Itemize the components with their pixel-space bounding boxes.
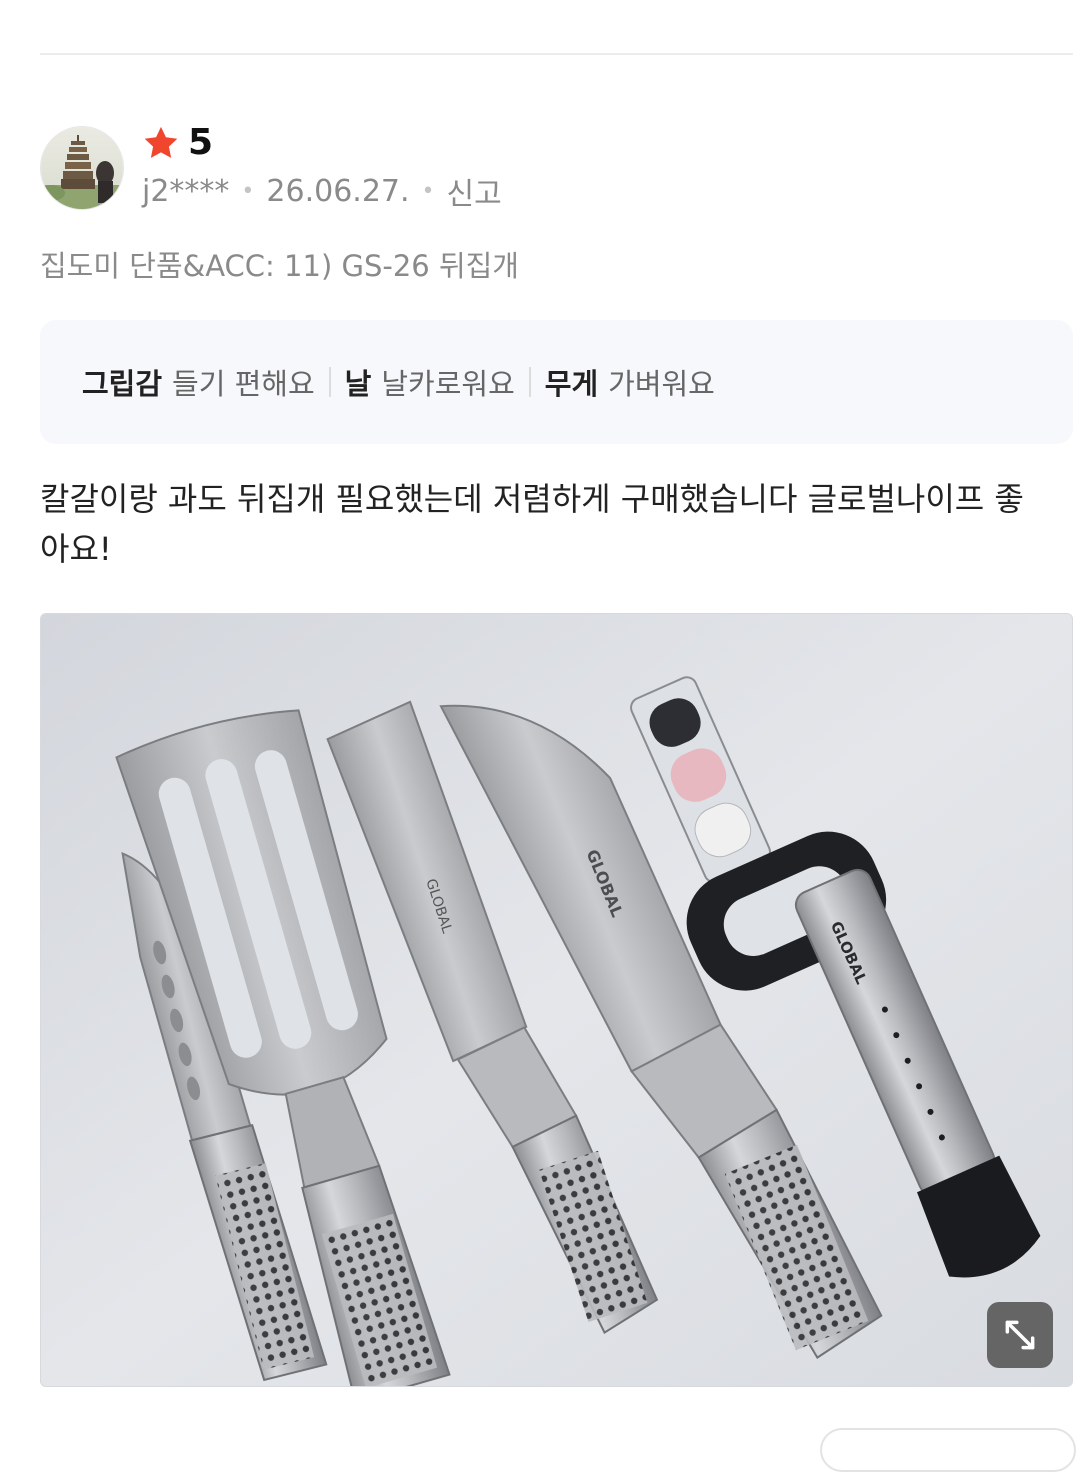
attribute-divider xyxy=(528,367,531,397)
rating-value: 5 xyxy=(188,122,214,163)
avatar-photo xyxy=(41,127,123,209)
purchased-option: 집도미 단품&ACC: 11) GS-26 뒤집개 xyxy=(40,249,519,283)
avatar xyxy=(40,126,124,210)
expand-photo-button[interactable] xyxy=(987,1302,1053,1368)
report-link[interactable]: 신고 xyxy=(447,169,502,213)
attribute-key-grip: 그립감 xyxy=(82,367,163,401)
attribute-value-weight: 가벼워요 xyxy=(608,367,715,401)
review-body: 칼갈이랑 과도 뒤집개 필요했는데 저렴하게 구매했습니다 글로벌나이프 좋아요… xyxy=(40,480,1024,568)
meta-separator: • xyxy=(241,178,255,204)
review-date: 26.06.27. xyxy=(266,173,410,209)
expand-arrows-icon xyxy=(1005,1320,1035,1350)
attribute-divider xyxy=(328,367,331,397)
review-photo-image: GLOBAL GLOBAL GLOBAL xyxy=(41,614,1072,1386)
star-icon xyxy=(144,126,178,158)
attribute-summary: 그립감 들기 편해요 날 날카로워요 무게 가벼워요 xyxy=(40,320,1073,444)
attribute-value-grip: 들기 편해요 xyxy=(172,367,315,401)
review-meta: j2**** • 26.06.27. • 신고 xyxy=(142,169,502,213)
attribute-key-blade: 날 xyxy=(344,367,372,401)
rating-row: 5 xyxy=(142,120,213,166)
reviewer-id: j2**** xyxy=(142,173,230,209)
attribute-value-blade: 날카로워요 xyxy=(381,367,515,401)
meta-separator: • xyxy=(421,178,435,204)
review-photo[interactable]: GLOBAL GLOBAL GLOBAL xyxy=(40,613,1073,1387)
bottom-action-button[interactable] xyxy=(820,1428,1076,1472)
attribute-key-weight: 무게 xyxy=(544,367,599,401)
top-divider xyxy=(40,53,1073,55)
